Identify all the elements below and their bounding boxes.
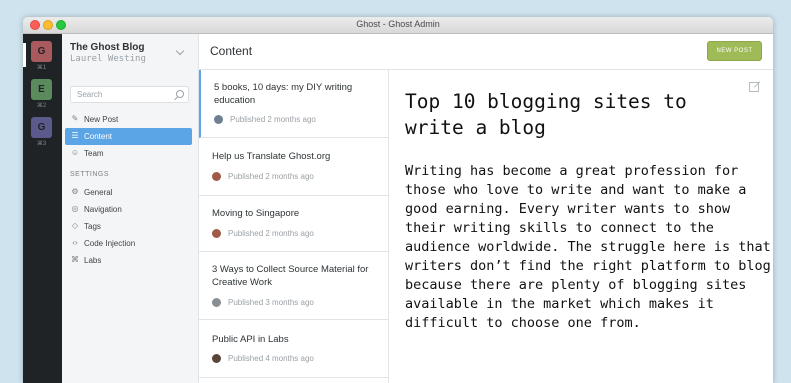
blog-switch-2[interactable]: E ⌘2: [31, 79, 52, 109]
gear-icon: ⚙: [71, 187, 79, 196]
search-icon: [176, 90, 184, 98]
nav-label: Team: [84, 149, 104, 158]
list-item[interactable]: Moving to Singapore Published 2 months a…: [199, 196, 388, 252]
nav-label: Tags: [84, 222, 101, 231]
post-meta: Published 2 months ago: [214, 115, 316, 125]
code-icon: ‹›: [72, 238, 78, 247]
post-title: Moving to Singapore: [212, 208, 300, 219]
post-title: Help us Translate Ghost.org: [212, 151, 331, 162]
post-meta: Published 2 months ago: [212, 172, 314, 182]
nav-tags[interactable]: ◇ Tags: [65, 218, 192, 235]
labs-icon: ⌘: [71, 255, 79, 264]
nav-label: Content: [84, 132, 113, 141]
post-meta: Published 3 months ago: [212, 298, 314, 308]
search-placeholder: Search: [77, 90, 103, 99]
post-title: 3 Ways to Collect Source Material for Cr…: [212, 264, 369, 288]
blog-tile[interactable]: E: [31, 79, 52, 100]
content-icon: ☰: [71, 131, 79, 140]
avatar: [212, 229, 221, 239]
post-meta: Published 4 months ago: [212, 354, 314, 364]
content-header: Content NEW POST: [199, 34, 773, 70]
avatar: [212, 298, 221, 308]
nav-label: Labs: [84, 256, 102, 265]
tag-icon: ◇: [71, 221, 79, 230]
nav-new-post[interactable]: ✎ New Post: [65, 111, 192, 128]
post-status: Published 3 months ago: [228, 298, 314, 307]
compass-icon: ◎: [71, 204, 79, 213]
blog-shortcut: ⌘3: [36, 141, 47, 147]
nav-navigation[interactable]: ◎ Navigation: [65, 201, 192, 218]
nav-labs[interactable]: ⌘ Labs: [65, 252, 192, 269]
pencil-icon: ✎: [71, 114, 79, 123]
blog-title[interactable]: The Ghost Blog: [70, 42, 144, 53]
preview-body: Writing has become a great profession fo…: [405, 163, 771, 331]
edit-icon[interactable]: [749, 82, 759, 92]
blog-shortcut: ⌘2: [36, 103, 47, 109]
post-preview: Top 10 blogging sites to write a blog Wr…: [389, 70, 773, 383]
page-title: Content: [210, 44, 253, 58]
nav-general[interactable]: ⚙ General: [65, 184, 192, 201]
post-status: Published 2 months ago: [230, 115, 316, 124]
post-status: Published 2 months ago: [228, 172, 314, 181]
list-item[interactable]: Public API in Labs Published 4 months ag…: [199, 320, 388, 378]
user-name[interactable]: Laurel Westing: [70, 54, 146, 64]
team-icon: ☺: [70, 148, 80, 157]
post-meta: Published 2 months ago: [212, 229, 314, 239]
avatar: [214, 115, 223, 125]
title-bar: Ghost - Ghost Admin: [23, 17, 773, 34]
blog-shortcut: ⌘1: [36, 65, 47, 71]
blog-switch-1[interactable]: G ⌘1: [31, 41, 52, 71]
active-blog-indicator: [23, 43, 26, 67]
nav-content[interactable]: ☰ Content: [65, 128, 192, 145]
new-post-button[interactable]: NEW POST: [707, 41, 762, 61]
post-status: Published 2 months ago: [228, 229, 314, 238]
avatar: [212, 354, 221, 364]
chevron-down-icon[interactable]: [175, 46, 185, 56]
post-title: Public API in Labs: [212, 334, 289, 345]
list-item[interactable]: Help us Translate Ghost.org Published 2 …: [199, 138, 388, 196]
blog-switcher: G ⌘1 E ⌘2 G ⌘3: [23, 34, 62, 383]
nav-label: General: [84, 188, 113, 197]
nav-label: Navigation: [84, 205, 122, 214]
nav-label: New Post: [84, 115, 119, 124]
blog-tile[interactable]: G: [31, 41, 52, 62]
window-title: Ghost - Ghost Admin: [356, 19, 440, 29]
avatar: [212, 172, 221, 182]
search-input[interactable]: Search: [70, 86, 189, 103]
post-title: 5 books, 10 days: my DIY writing educati…: [214, 82, 353, 106]
app-window: Ghost - Ghost Admin G ⌘1 E ⌘2 G ⌘3 The G…: [23, 17, 773, 383]
sidebar: The Ghost Blog Laurel Westing Search ✎ N…: [62, 34, 199, 383]
list-item[interactable]: 5 books, 10 days: my DIY writing educati…: [199, 70, 388, 138]
nav-team[interactable]: ☺ Team: [65, 145, 192, 162]
nav-label: Code Injection: [84, 239, 136, 248]
blog-switch-3[interactable]: G ⌘3: [31, 117, 52, 147]
post-list: 5 books, 10 days: my DIY writing educati…: [199, 70, 389, 383]
nav-code-injection[interactable]: ‹› Code Injection: [65, 235, 192, 252]
settings-heading: SETTINGS: [70, 171, 110, 178]
blog-tile[interactable]: G: [31, 117, 52, 138]
post-status: Published 4 months ago: [228, 354, 314, 363]
list-item[interactable]: 3 Ways to Collect Source Material for Cr…: [199, 252, 388, 320]
preview-title: Top 10 blogging sites to write a blog: [405, 90, 687, 139]
